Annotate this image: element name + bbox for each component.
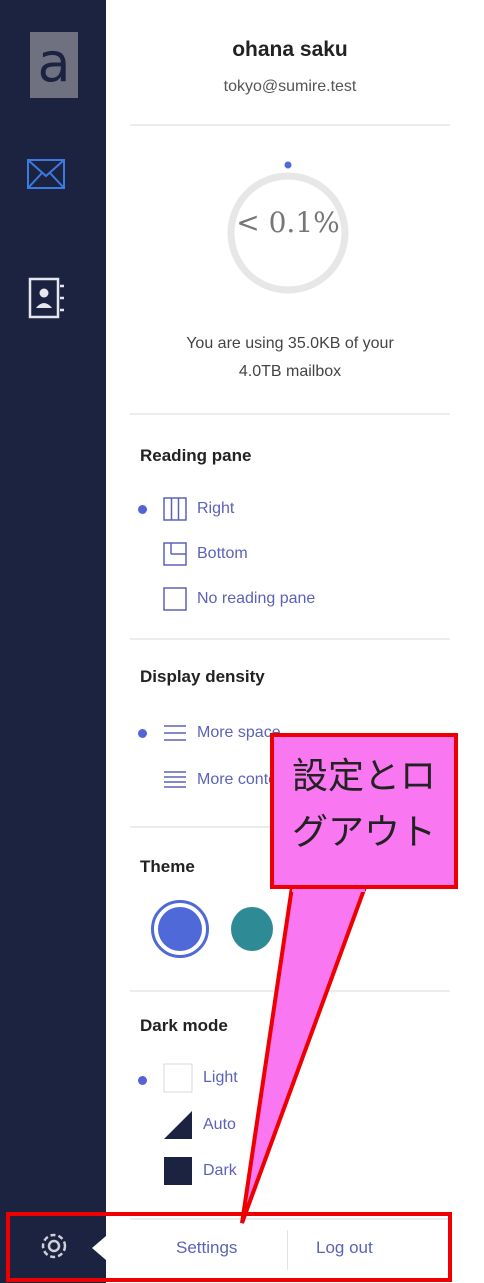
user-email: tokyo@sumire.test (223, 78, 357, 95)
storage-description-line-1: You are using 35.0KB of your (186, 335, 394, 352)
density-option-more-space[interactable]: More space (163, 719, 281, 747)
reading-pane-option-none[interactable]: No reading pane (163, 585, 315, 613)
pane-right-icon (163, 497, 187, 521)
dark-mode-option-auto[interactable]: Auto (163, 1111, 236, 1139)
light-mode-icon (163, 1063, 193, 1093)
storage-description-line-2: 4.0TB mailbox (238, 363, 342, 380)
callout-pointer (240, 885, 368, 1224)
annotation-callout-text: 設定とロ グアウト (274, 749, 454, 861)
dark-mode-selected-indicator (138, 1076, 147, 1085)
reading-pane-label-bottom: Bottom (197, 545, 248, 562)
auto-mode-icon (164, 1111, 192, 1139)
annotation-callout: 設定とロ グアウト (270, 733, 458, 889)
app-logo: a (30, 32, 78, 98)
display-density-selected-indicator (138, 729, 147, 738)
dark-mode-option-dark[interactable]: Dark (163, 1157, 237, 1185)
reading-pane-title: Reading pane (140, 446, 252, 465)
annotation-callout-line-1: 設定とロ (291, 756, 436, 797)
storage-percent: < 0.1% (236, 206, 340, 239)
density-label-more-space: More space (197, 724, 281, 741)
dark-mode-option-light[interactable]: Light (163, 1063, 238, 1093)
theme-swatch-blue[interactable] (158, 907, 202, 951)
mail-icon[interactable] (26, 158, 66, 190)
dark-mode-title: Dark mode (140, 1016, 228, 1035)
divider (130, 638, 450, 640)
app-sidebar: a (0, 0, 106, 1283)
display-density-title: Display density (140, 667, 265, 686)
reading-pane-label-none: No reading pane (197, 590, 316, 607)
more-space-icon (164, 725, 186, 741)
divider (130, 413, 450, 415)
user-name: ohana saku (232, 38, 348, 61)
pane-bottom-icon (163, 542, 187, 566)
reading-pane-option-bottom[interactable]: Bottom (163, 540, 248, 568)
highlight-box (6, 1212, 452, 1282)
reading-pane-option-right[interactable]: Right (163, 495, 234, 523)
annotation-callout-line-2: グアウト (291, 812, 436, 853)
pane-none-icon (163, 587, 187, 611)
theme-title: Theme (140, 857, 195, 876)
divider (130, 124, 450, 126)
contacts-icon[interactable] (26, 276, 66, 322)
storage-description: You are using 35.0KB of your 4.0TB mailb… (140, 330, 440, 386)
reading-pane-label-right: Right (197, 500, 235, 517)
reading-pane-selected-indicator (138, 505, 147, 514)
dark-mode-icon (164, 1157, 192, 1185)
more-content-icon (164, 771, 186, 788)
